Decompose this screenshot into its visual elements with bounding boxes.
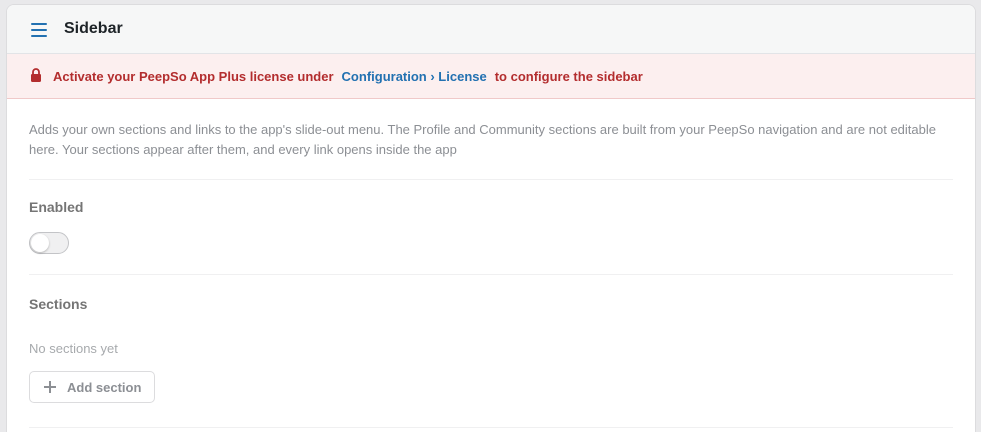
toggle-knob — [31, 234, 49, 252]
configuration-license-link[interactable]: Configuration › License — [342, 69, 487, 84]
enabled-setting: Enabled — [29, 180, 953, 275]
hamburger-menu-icon[interactable] — [31, 23, 47, 37]
enabled-toggle[interactable] — [29, 232, 69, 254]
panel-body: Adds your own sections and links to the … — [7, 99, 975, 428]
lock-icon — [31, 68, 41, 82]
sidebar-description: Adds your own sections and links to the … — [29, 99, 953, 180]
notice-text-before: Activate your PeepSo App Plus license un… — [53, 68, 334, 84]
sections-setting: Sections No sections yet Add section — [29, 275, 953, 428]
sidebar-settings-panel: Sidebar Activate your PeepSo App Plus li… — [6, 4, 976, 432]
license-notice: Activate your PeepSo App Plus license un… — [7, 54, 975, 99]
sections-label: Sections — [29, 296, 88, 312]
plus-icon — [44, 381, 56, 393]
no-sections-text: No sections yet — [29, 341, 118, 356]
page-title: Sidebar — [64, 20, 123, 37]
add-section-label: Add section — [67, 379, 142, 395]
notice-text-after: to configure the sidebar — [494, 68, 643, 84]
panel-header: Sidebar — [7, 5, 975, 54]
enabled-label: Enabled — [29, 199, 84, 215]
add-section-button[interactable]: Add section — [29, 371, 156, 403]
